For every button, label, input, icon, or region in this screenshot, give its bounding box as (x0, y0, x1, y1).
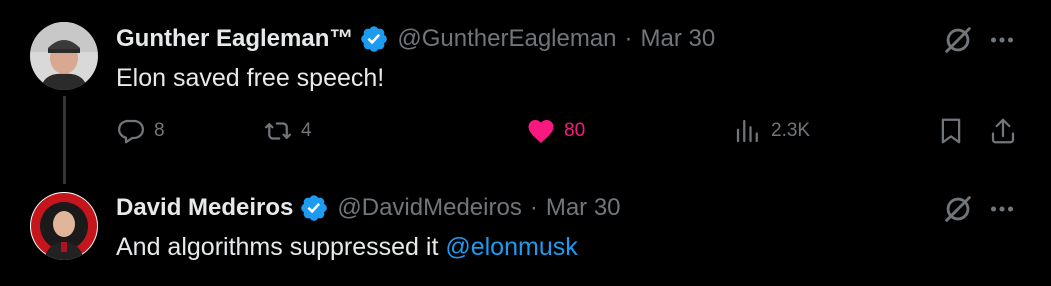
heart-icon (528, 120, 554, 143)
tweet-date[interactable]: Mar 30 (546, 194, 621, 222)
like-button[interactable]: 80 (526, 116, 585, 146)
avatar[interactable] (30, 192, 98, 260)
grok-icon[interactable] (941, 23, 975, 57)
tweet-actions: 8 4 80 2.3K (116, 116, 1026, 148)
tweet-header: Gunther Eagleman™ @GuntherEagleman · Mar… (116, 24, 715, 54)
retweet-count: 4 (301, 120, 312, 141)
share-button[interactable] (988, 116, 1018, 146)
reply-icon (118, 119, 144, 144)
separator: · (529, 194, 538, 221)
verified-badge-icon[interactable] (299, 193, 329, 223)
mention-link[interactable]: @elonmusk (445, 233, 577, 261)
reply-count: 8 (154, 120, 165, 141)
more-icon[interactable] (985, 23, 1019, 57)
views-count: 2.3K (771, 120, 811, 141)
bookmark-button[interactable] (936, 116, 966, 146)
tweet-text-body: And algorithms suppressed it (116, 233, 446, 261)
share-icon (991, 118, 1015, 144)
avatar-image (30, 22, 98, 90)
like-count: 80 (564, 120, 586, 141)
tweet-text: Elon saved free speech! (116, 64, 385, 92)
retweet-button[interactable]: 4 (263, 116, 312, 146)
avatar-image (30, 192, 98, 260)
grok-icon[interactable] (941, 192, 975, 226)
views-icon (736, 119, 758, 143)
tweet-header: David Medeiros @DavidMedeiros · Mar 30 (116, 193, 621, 223)
separator: · (624, 25, 633, 52)
author-name[interactable]: Gunther Eagleman™ (116, 25, 353, 53)
thread-line (63, 96, 66, 184)
avatar[interactable] (30, 22, 98, 90)
reply-button[interactable]: 8 (116, 116, 165, 146)
views-button[interactable]: 2.3K (733, 116, 810, 146)
retweet-icon (265, 122, 291, 140)
bookmark-icon (941, 118, 961, 144)
author-handle[interactable]: @DavidMedeiros (337, 194, 521, 222)
more-icon[interactable] (985, 192, 1019, 226)
tweet-date[interactable]: Mar 30 (641, 25, 716, 53)
author-name[interactable]: David Medeiros (116, 194, 293, 222)
verified-badge-icon[interactable] (359, 24, 389, 54)
tweet-text: And algorithms suppressed it @elonmusk (116, 233, 578, 262)
author-handle[interactable]: @GuntherEagleman (397, 25, 616, 53)
